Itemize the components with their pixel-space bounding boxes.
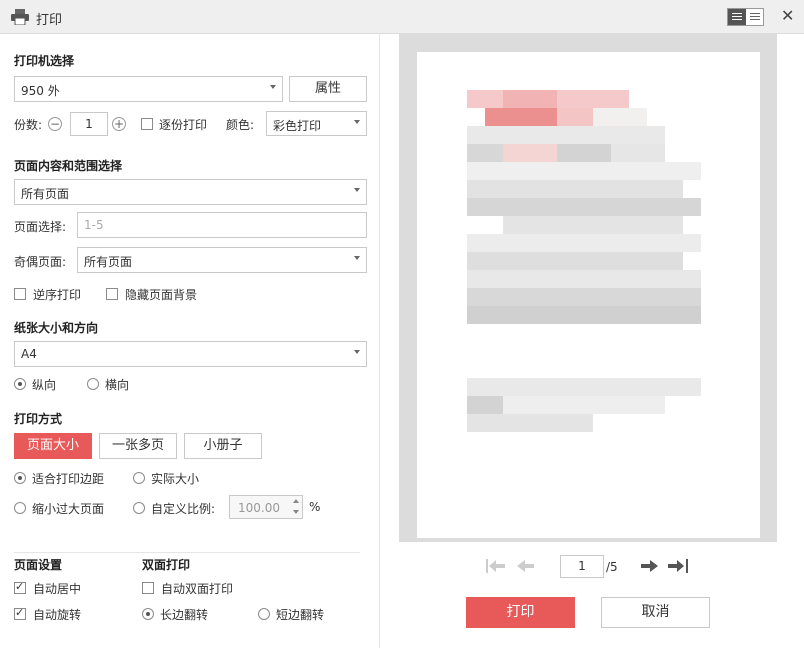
page-setup-title: 页面设置 — [14, 558, 63, 572]
percent-label: % — [309, 500, 321, 514]
minus-icon[interactable]: − — [48, 117, 62, 131]
reverse-print-label: 逆序打印 — [33, 288, 82, 302]
short-edge-label: 短边翻转 — [276, 608, 325, 622]
odd-even-label: 奇偶页面: — [14, 255, 67, 269]
first-page-icon[interactable] — [486, 558, 506, 574]
page-input[interactable]: 1 — [560, 555, 604, 578]
tab-booklet[interactable]: 小册子 — [184, 433, 262, 459]
properties-button[interactable]: 属性 — [289, 76, 367, 102]
custom-scale-input[interactable]: 100.00 — [229, 495, 303, 519]
copies-input[interactable]: 1 — [70, 112, 108, 136]
tab-multi-page[interactable]: 一张多页 — [99, 433, 177, 459]
page-content-select[interactable]: 所有页面 — [14, 179, 367, 205]
paper-size-value: A4 — [21, 347, 37, 361]
landscape-label: 横向 — [105, 378, 130, 392]
portrait-radio[interactable] — [14, 378, 26, 390]
spinner-down-icon[interactable] — [293, 510, 299, 514]
chevron-down-icon — [270, 85, 276, 89]
mode-section-title: 打印方式 — [14, 412, 63, 426]
total-pages: /5 — [606, 560, 618, 574]
page-select-input[interactable]: 1-5 — [77, 212, 367, 238]
color-select-value: 彩色打印 — [273, 119, 322, 133]
long-edge-label: 长边翻转 — [160, 608, 209, 622]
collate-checkbox[interactable] — [141, 118, 153, 130]
spinner-up-icon[interactable] — [293, 499, 299, 503]
printer-select[interactable]: 950 外 — [14, 76, 283, 102]
printer-select-value: 950 外 — [21, 84, 60, 98]
custom-scale-value: 100.00 — [238, 501, 280, 515]
color-label: 颜色: — [226, 118, 255, 132]
long-edge-radio[interactable] — [142, 608, 154, 620]
portrait-label: 纵向 — [32, 378, 57, 392]
paper-size-select[interactable]: A4 — [14, 341, 367, 367]
window-title: 打印 — [36, 13, 63, 28]
actual-size-label: 实际大小 — [151, 472, 200, 486]
collate-label: 逐份打印 — [159, 118, 208, 132]
divider — [14, 552, 360, 553]
cancel-button[interactable]: 取消 — [601, 597, 710, 628]
custom-scale-label: 自定义比例: — [151, 502, 216, 516]
prev-page-icon[interactable] — [517, 558, 535, 574]
page-content-value: 所有页面 — [21, 187, 70, 201]
duplex-title: 双面打印 — [142, 558, 191, 572]
hide-background-label: 隐藏页面背景 — [125, 288, 198, 302]
printer-section-title: 打印机选择 — [14, 54, 75, 68]
auto-center-checkbox[interactable] — [14, 580, 26, 594]
fit-margin-label: 适合打印边距 — [32, 472, 105, 486]
page-select-label: 页面选择: — [14, 220, 67, 234]
last-page-icon[interactable] — [668, 558, 688, 574]
print-button[interactable]: 打印 — [466, 597, 575, 628]
auto-duplex-checkbox[interactable] — [142, 582, 154, 594]
actual-size-radio[interactable] — [133, 472, 145, 484]
paper-section-title: 纸张大小和方向 — [14, 321, 99, 335]
shrink-label: 缩小过大页面 — [32, 502, 105, 516]
range-section-title: 页面内容和范围选择 — [14, 159, 123, 173]
title-bar — [0, 0, 804, 34]
tab-page-size[interactable]: 页面大小 — [14, 433, 92, 459]
auto-center-label: 自动居中 — [33, 582, 82, 596]
auto-duplex-label: 自动双面打印 — [161, 582, 234, 596]
printer-icon — [11, 9, 29, 26]
auto-rotate-label: 自动旋转 — [33, 608, 82, 622]
color-select[interactable]: 彩色打印 — [266, 111, 367, 136]
close-icon[interactable]: ✕ — [781, 6, 794, 25]
chevron-down-icon — [354, 256, 360, 260]
copies-label: 份数: — [14, 118, 43, 132]
custom-scale-radio[interactable] — [133, 502, 145, 514]
chevron-down-icon — [354, 120, 360, 124]
vertical-divider — [379, 34, 380, 648]
plus-icon[interactable]: + — [112, 117, 126, 131]
chevron-down-icon — [354, 350, 360, 354]
fit-margin-radio[interactable] — [14, 472, 26, 484]
short-edge-radio[interactable] — [258, 608, 270, 620]
landscape-radio[interactable] — [87, 378, 99, 390]
odd-even-value: 所有页面 — [84, 255, 133, 269]
shrink-radio[interactable] — [14, 502, 26, 514]
reverse-print-checkbox[interactable] — [14, 288, 26, 300]
odd-even-select[interactable]: 所有页面 — [77, 247, 367, 273]
preview-page — [417, 52, 760, 538]
next-page-icon[interactable] — [640, 558, 658, 574]
auto-rotate-checkbox[interactable] — [14, 606, 26, 620]
hide-background-checkbox[interactable] — [106, 288, 118, 300]
chevron-down-icon — [354, 188, 360, 192]
list-view-icon[interactable] — [727, 8, 764, 26]
